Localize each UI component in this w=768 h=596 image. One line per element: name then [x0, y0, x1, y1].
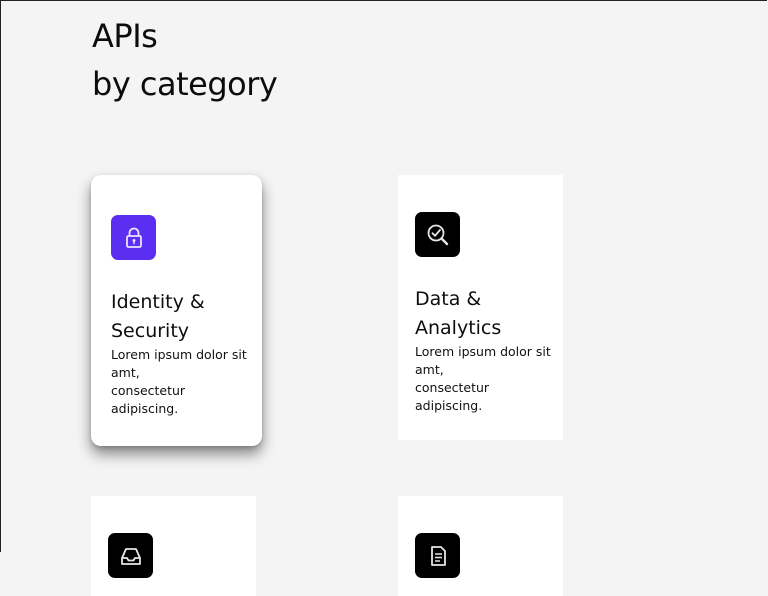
category-card-4[interactable] — [398, 496, 563, 596]
category-card-identity-security[interactable]: Identity & Security Lorem ipsum dolor si… — [91, 175, 262, 446]
lock-icon — [111, 215, 156, 260]
magnifier-check-icon — [415, 212, 460, 257]
page-title-line-1: APIs — [92, 17, 158, 55]
inbox-icon — [108, 533, 153, 578]
category-card-data-analytics[interactable]: Data & Analytics Lorem ipsum dolor sit a… — [398, 175, 563, 440]
page-title: APIs by category — [92, 12, 278, 108]
card-description: Lorem ipsum dolor sit amt, consectetur a… — [111, 347, 247, 416]
page-title-line-2: by category — [92, 65, 278, 103]
category-card-3[interactable] — [91, 496, 256, 596]
card-title: Identity & Security — [111, 291, 205, 342]
card-description: Lorem ipsum dolor sit amt, consectetur a… — [415, 344, 551, 413]
document-icon — [415, 533, 460, 578]
card-title: Data & Analytics — [415, 288, 502, 339]
